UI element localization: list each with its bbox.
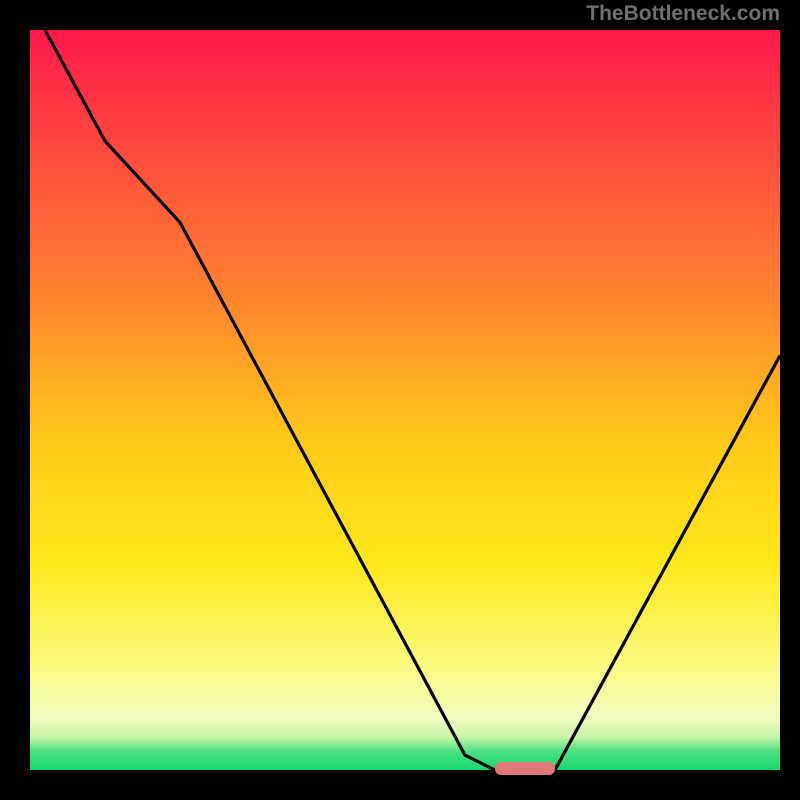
bottleneck-chart [0, 0, 800, 800]
optimal-marker [495, 762, 555, 775]
chart-container: TheBottleneck.com [0, 0, 800, 800]
attribution-label: TheBottleneck.com [586, 2, 780, 26]
plot-background [30, 30, 780, 770]
